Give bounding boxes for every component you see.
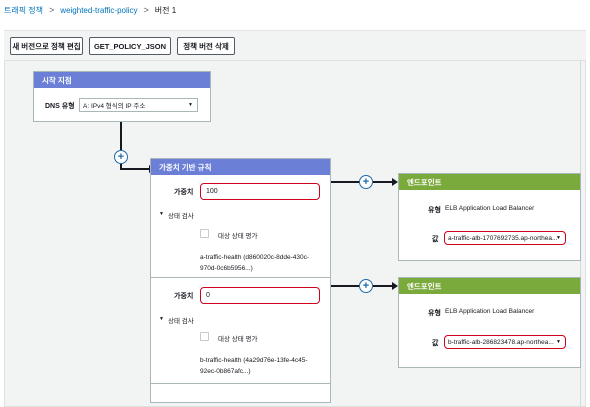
evaluate-target-health-label: 대상 상태 평가	[218, 233, 258, 240]
edit-new-version-button[interactable]: 새 버전으로 정책 편집	[10, 37, 83, 55]
health-check-section-label[interactable]: 상태 검사	[168, 210, 194, 220]
start-point-header: 시작 지점	[34, 72, 210, 88]
health-check-id-line1: a-traffic-health (d860020c-8dde-430c-	[200, 254, 310, 261]
weight-input[interactable]: 0	[200, 287, 320, 304]
health-check-id-line1: b-traffic-health (4a29d76e-13fe-4c45-	[200, 357, 308, 364]
weighted-rule-node: 가중치 기반 규칙 가중치 100 ▼ 상태 검사 대상 상태 평가 a-tra…	[150, 158, 331, 403]
add-endpoint-plus-icon[interactable]: +	[359, 279, 373, 293]
chevron-right-icon: >	[143, 5, 149, 15]
evaluate-target-health-checkbox[interactable]	[200, 332, 209, 341]
dns-type-select[interactable]: A: IPv4 형식의 IP 주소 ▼	[79, 98, 198, 112]
weight-label: 가중치	[174, 189, 194, 196]
connector-line	[373, 285, 393, 287]
endpoint-type-label: 유형	[428, 207, 441, 214]
endpoint-value: a-traffic-alb-1707692735.ap-northea...	[448, 234, 558, 242]
entry-divider	[151, 277, 330, 278]
collapse-triangle-icon[interactable]: ▼	[159, 211, 164, 217]
connector-line	[122, 168, 150, 170]
caret-down-icon: ▼	[556, 235, 561, 241]
connector-line	[120, 122, 122, 150]
weighted-rule-header: 가중치 기반 규칙	[151, 159, 330, 175]
endpoint-header: 엔드포인트	[399, 278, 580, 294]
endpoint-value-select[interactable]: b-traffic-alb-286823478.ap-northea... ▼	[444, 335, 566, 349]
breadcrumb: 트래픽 정책 > weighted-traffic-policy > 버전 1	[4, 4, 176, 16]
endpoint-node: 엔드포인트 유형 ELB Application Load Balancer 값…	[398, 277, 581, 368]
endpoint-type-value: ELB Application Load Balancer	[445, 205, 535, 212]
breadcrumb-current-version: 버전 1	[154, 5, 177, 15]
endpoint-type-value: ELB Application Load Balancer	[445, 308, 535, 315]
weight-input[interactable]: 100	[200, 183, 320, 200]
evaluate-target-health-label: 대상 상태 평가	[218, 336, 258, 343]
breadcrumb-traffic-policies-link[interactable]: 트래픽 정책	[4, 5, 43, 16]
health-check-id-line2: 92ec-0b867afc...)	[200, 368, 251, 375]
endpoint-type-label: 유형	[428, 310, 441, 317]
connector-line	[373, 181, 393, 183]
health-check-id-line2: 970d-0c6b5956...)	[200, 265, 253, 272]
start-point-node: 시작 지점 DNS 유형 A: IPv4 형식의 IP 주소 ▼	[33, 71, 211, 122]
get-policy-json-button[interactable]: GET_POLICY_JSON	[89, 37, 171, 55]
endpoint-value: b-traffic-alb-286823478.ap-northea...	[448, 338, 554, 346]
caret-down-icon: ▼	[556, 339, 561, 345]
weight-label: 가중치	[174, 293, 194, 300]
breadcrumb-policy-link[interactable]: weighted-traffic-policy	[60, 6, 137, 15]
caret-down-icon: ▼	[188, 102, 193, 108]
health-check-section-label[interactable]: 상태 검사	[168, 315, 194, 325]
connector-line	[331, 181, 359, 183]
evaluate-target-health-checkbox[interactable]	[200, 229, 209, 238]
endpoint-value-label: 값	[432, 340, 439, 347]
connector-line	[331, 285, 359, 287]
add-endpoint-plus-icon[interactable]: +	[359, 175, 373, 189]
add-rule-plus-icon[interactable]: +	[114, 150, 128, 164]
endpoint-node: 엔드포인트 유형 ELB Application Load Balancer 값…	[398, 173, 581, 261]
collapse-triangle-icon[interactable]: ▼	[159, 316, 164, 322]
dns-type-value: A: IPv4 형식의 IP 주소	[83, 103, 146, 110]
delete-policy-version-button[interactable]: 정책 버전 삭제	[177, 37, 235, 55]
dns-type-label: DNS 유형	[45, 103, 75, 110]
endpoint-value-label: 값	[432, 236, 439, 243]
endpoint-header: 엔드포인트	[399, 174, 580, 190]
entry-divider	[151, 383, 330, 384]
chevron-right-icon: >	[49, 5, 55, 15]
endpoint-value-select[interactable]: a-traffic-alb-1707692735.ap-northea... ▼	[444, 231, 566, 245]
